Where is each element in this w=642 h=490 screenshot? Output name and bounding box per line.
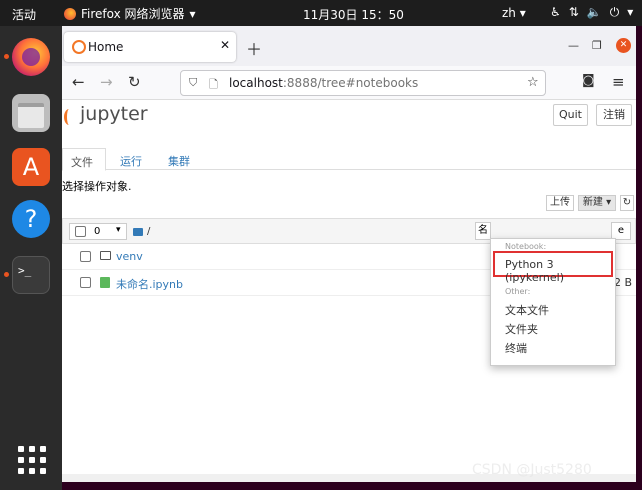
running-indicator [4, 272, 9, 277]
new-tab-button[interactable]: ＋ [246, 36, 262, 60]
firefox-window: Home ✕ ＋ — ❐ ✕ ← → ↻ ⛉ 🗋 localhost:8888/… [62, 26, 636, 482]
breadcrumb-root: / [147, 226, 151, 237]
new-terminal[interactable]: 终端 [505, 340, 527, 356]
tab-files[interactable]: 文件 [62, 148, 106, 171]
page-tabs: 文件 运行 集群 [62, 148, 636, 171]
app-menu[interactable]: Firefox 网络浏览器 ▾ [64, 5, 196, 22]
tab-running[interactable]: 运行 [112, 148, 150, 171]
new-dropdown-menu: Notebook: Python 3 (ipykernel) Other: 文本… [490, 238, 616, 366]
selected-count: 0 [94, 226, 101, 237]
firefox-icon[interactable] [12, 38, 50, 76]
url-host: localhost [229, 76, 283, 90]
select-all-checkbox[interactable] [75, 226, 86, 237]
jupyter-favicon-icon [72, 40, 86, 54]
select-all-dropdown[interactable]: 0 ▾ [69, 223, 127, 240]
upload-button[interactable]: 上传 [546, 195, 574, 211]
bookmark-star-icon[interactable]: ☆ [527, 75, 539, 90]
terminal-icon[interactable]: >_ [12, 256, 50, 294]
tab-clusters[interactable]: 集群 [160, 148, 198, 171]
refresh-icon[interactable]: ↻ [620, 195, 634, 211]
logout-button[interactable]: 注销 [596, 104, 632, 126]
chevron-down-icon[interactable]: ▾ [627, 5, 633, 20]
folder-icon [100, 251, 111, 260]
input-language-label: zh [502, 6, 516, 20]
row-checkbox[interactable] [80, 251, 91, 262]
network-icon[interactable]: ⇅ [569, 5, 579, 20]
chevron-down-icon: ▾ [189, 6, 196, 21]
file-name[interactable]: 未命名.ipynb [116, 276, 183, 292]
volume-icon[interactable]: 🔈 [587, 5, 602, 20]
new-button[interactable]: 新建 ▾ [578, 195, 616, 211]
new-python3-kernel[interactable]: Python 3 (ipykernel) [505, 258, 615, 284]
notebook-header: Notebook: [505, 242, 547, 251]
jupyter-logo-text: jupyter [80, 103, 148, 125]
url-bar[interactable]: ⛉ 🗋 localhost:8888/tree#notebooks ☆ [180, 70, 546, 96]
minimize-icon[interactable]: — [568, 39, 579, 52]
app-menu-label: Firefox 网络浏览器 [81, 7, 185, 21]
system-tray[interactable]: ♿ ⇅ 🔈 ⏻ ▾ [550, 5, 633, 20]
show-apps-icon[interactable] [12, 440, 50, 478]
watermark: CSDN @Just5280 [472, 462, 592, 478]
new-folder[interactable]: 文件夹 [505, 321, 538, 337]
close-window-icon[interactable]: ✕ [616, 38, 631, 53]
back-icon[interactable]: ← [72, 73, 85, 91]
files-icon[interactable] [12, 94, 50, 132]
selection-hint: 选择操作对象. [62, 180, 132, 193]
new-text-file[interactable]: 文本文件 [505, 302, 549, 318]
activities-button[interactable]: 活动 [12, 6, 36, 23]
shield-icon[interactable]: ⛉ [189, 76, 197, 90]
row-checkbox[interactable] [80, 277, 91, 288]
dock: A ? >_ [0, 26, 62, 490]
breadcrumb[interactable]: / [133, 226, 150, 237]
chevron-down-icon: ▾ [116, 225, 121, 235]
tab-bar: Home ✕ ＋ — ❐ ✕ [62, 26, 636, 66]
new-button-label: 新建 [582, 197, 603, 208]
input-language[interactable]: zh ▾ [502, 6, 526, 20]
pocket-icon[interactable]: ◙ [582, 73, 595, 88]
system-top-bar: 活动 Firefox 网络浏览器 ▾ 11月30日 15：50 zh ▾ ♿ ⇅… [0, 0, 642, 26]
sort-name-button[interactable]: 名 [475, 222, 491, 240]
running-indicator [4, 54, 9, 59]
jupyter-logo[interactable]: jupyter [64, 103, 148, 125]
clock[interactable]: 11月30日 15：50 [303, 6, 404, 23]
help-icon[interactable]: ? [12, 200, 50, 238]
accessibility-icon[interactable]: ♿ [550, 5, 561, 20]
other-header: Other: [505, 287, 531, 296]
power-icon[interactable]: ⏻ [610, 5, 620, 20]
jupyter-orb-icon [64, 109, 74, 125]
file-name[interactable]: venv [116, 250, 143, 263]
page-info-icon[interactable]: 🗋 [209, 76, 218, 95]
tab-home[interactable]: Home ✕ [64, 32, 236, 62]
forward-icon[interactable]: → [100, 73, 113, 91]
firefox-small-icon [64, 7, 76, 20]
home-folder-icon [133, 227, 143, 236]
menu-icon[interactable]: ≡ [612, 73, 625, 91]
reload-icon[interactable]: ↻ [128, 73, 141, 91]
tab-title: Home [88, 40, 124, 54]
close-tab-icon[interactable]: ✕ [220, 38, 230, 52]
url-text: localhost:8888/tree#notebooks [229, 76, 418, 90]
url-path: :8888/tree#notebooks [282, 76, 419, 90]
maximize-icon[interactable]: ❐ [592, 39, 602, 52]
software-store-icon[interactable]: A [12, 148, 50, 186]
quit-button[interactable]: Quit [553, 104, 588, 126]
file-size: 2 B [614, 276, 633, 289]
nav-toolbar: ← → ↻ ⛉ 🗋 localhost:8888/tree#notebooks … [62, 66, 636, 100]
notebook-icon [100, 277, 110, 288]
jupyter-page: jupyter Quit 注销 文件 运行 集群 选择操作对象. 上传 新建 ▾… [62, 100, 636, 482]
